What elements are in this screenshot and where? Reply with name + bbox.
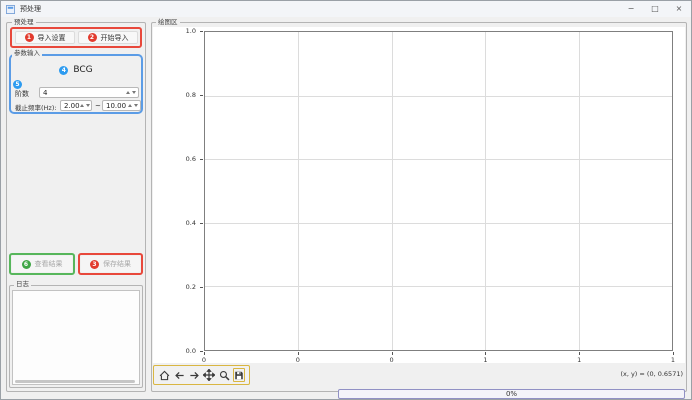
gridline <box>205 223 672 224</box>
gridline <box>205 96 672 97</box>
forward-icon[interactable] <box>188 368 200 382</box>
progress-label: 0% <box>506 390 517 398</box>
log-group-label: 日志 <box>14 281 31 288</box>
x-tick-label: 0 <box>202 356 206 364</box>
y-tick-label: 0.6 <box>186 155 196 163</box>
y-tick-label: 0.0 <box>186 347 196 355</box>
log-horizontal-scrollbar[interactable] <box>15 380 135 383</box>
cutoff-high-spinbox[interactable]: 10.00 <box>102 100 141 111</box>
x-tick-label: 1 <box>483 356 487 364</box>
badge-5: 5 <box>13 80 22 89</box>
badge-6: 6 <box>22 260 31 269</box>
gridline <box>579 32 580 350</box>
preprocess-group-label: 预处理 <box>12 19 36 26</box>
x-tick-label: 0 <box>390 356 394 364</box>
cutoff-low-spinbox[interactable]: 2.00 <box>60 100 92 111</box>
cutoff-separator: ~ <box>95 102 101 110</box>
import-buttons-highlight: 1 导入设置 2 开始导入 <box>10 27 142 48</box>
titlebar[interactable]: 预处理 − □ × <box>1 1 691 17</box>
y-tick-label: 1.0 <box>186 27 196 35</box>
gridline <box>298 32 299 350</box>
zoom-icon[interactable] <box>218 368 230 382</box>
back-icon[interactable] <box>173 368 185 382</box>
spinner-up-down-icon[interactable] <box>128 104 138 107</box>
x-axis-ticks <box>204 352 673 355</box>
gridline <box>392 32 393 350</box>
badge-1: 1 <box>25 33 34 42</box>
spinner-up-down-icon[interactable] <box>126 91 136 94</box>
cutoff-high-value: 10.00 <box>106 102 128 110</box>
view-result-highlight: 6 查看结果 <box>9 253 75 275</box>
start-import-label: 开始导入 <box>101 33 129 43</box>
badge-4: 4 <box>59 66 68 75</box>
plot-group-label: 绘图区 <box>156 19 180 26</box>
order-value: 4 <box>43 89 126 97</box>
y-tick-label: 0.8 <box>186 91 196 99</box>
home-icon[interactable] <box>158 368 170 382</box>
badge-2: 2 <box>88 33 97 42</box>
import-settings-label: 导入设置 <box>38 33 66 43</box>
log-textarea[interactable] <box>12 290 140 385</box>
x-tick-label: 1 <box>671 356 675 364</box>
save-result-label: 保存结果 <box>103 259 131 269</box>
signal-type-label: BCG <box>73 65 92 75</box>
save-icon[interactable] <box>233 368 245 382</box>
y-axis-ticks <box>200 31 203 351</box>
view-result-label: 查看结果 <box>35 259 63 269</box>
plot-axes[interactable] <box>204 31 673 351</box>
y-tick-label: 0.2 <box>186 283 196 291</box>
plot-toolbar <box>153 365 250 385</box>
gridline <box>485 32 486 350</box>
spinner-up-down-icon[interactable] <box>80 104 90 107</box>
params-highlight: 4 BCG 5 阶数 4 截止频率(Hz): 2.00 ~ 10.00 <box>9 54 143 114</box>
y-tick-label: 0.4 <box>186 219 196 227</box>
order-spinbox[interactable]: 4 <box>39 87 139 98</box>
save-result-highlight: 3 保存结果 <box>78 253 143 275</box>
cutoff-label: 截止频率(Hz): <box>15 102 57 112</box>
y-axis-labels: 1.0 0.8 0.6 0.4 0.2 0.0 <box>166 31 200 351</box>
view-result-button[interactable]: 6 查看结果 <box>12 256 72 272</box>
app-icon <box>6 5 15 14</box>
badge-3: 3 <box>90 260 99 269</box>
window-title: 预处理 <box>20 4 41 14</box>
start-import-button[interactable]: 2 开始导入 <box>78 31 138 44</box>
save-result-button[interactable]: 3 保存结果 <box>81 256 140 272</box>
minimize-button[interactable]: − <box>619 1 643 17</box>
x-tick-label: 1 <box>577 356 581 364</box>
cutoff-low-value: 2.00 <box>64 102 80 110</box>
params-group-label: 参数输入 <box>12 50 42 57</box>
import-settings-button[interactable]: 1 导入设置 <box>15 31 75 44</box>
coords-readout: (x, y) = (0, 0.6571) <box>563 370 683 378</box>
maximize-button[interactable]: □ <box>643 1 667 17</box>
order-label: 阶数 <box>15 89 29 99</box>
progress-bar: 0% <box>338 389 685 399</box>
gridline <box>205 159 672 160</box>
x-tick-label: 0 <box>296 356 300 364</box>
pan-icon[interactable] <box>203 368 215 382</box>
close-button[interactable]: × <box>667 1 691 17</box>
x-axis-labels: 0 0 0 1 1 1 <box>204 356 673 364</box>
app-window: 预处理 − □ × 预处理 1 导入设置 2 开始导入 参数输入 4 BCG 5… <box>0 0 692 400</box>
gridline <box>205 286 672 287</box>
